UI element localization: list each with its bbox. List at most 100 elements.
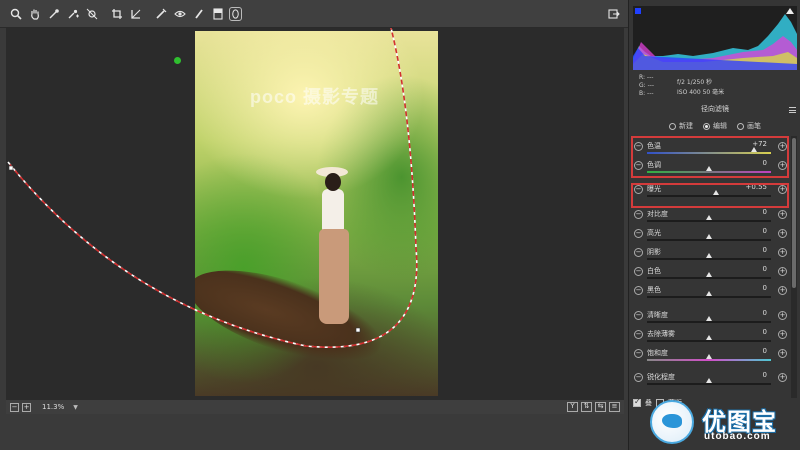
radio-new[interactable] xyxy=(669,122,676,130)
slider-track[interactable] xyxy=(647,257,771,260)
slider-value[interactable]: 0 xyxy=(737,328,767,336)
before-after-toggle[interactable]: Y xyxy=(567,402,578,412)
image-canvas[interactable]: poco 摄影专题 xyxy=(6,28,624,400)
preferences-icon[interactable]: ≡ xyxy=(609,402,620,412)
radio-edit[interactable] xyxy=(703,122,710,130)
slider-track[interactable] xyxy=(647,383,771,386)
increase-icon[interactable]: + xyxy=(778,247,787,257)
highlight-box-color xyxy=(631,136,789,178)
heal-icon[interactable] xyxy=(153,6,169,22)
brush-icon[interactable] xyxy=(191,6,207,22)
graduated-filter-icon[interactable] xyxy=(210,6,226,22)
zoom-out-button[interactable]: − xyxy=(10,402,19,412)
slider-track[interactable] xyxy=(647,296,771,299)
slider-thumb[interactable] xyxy=(706,334,712,340)
decrease-icon[interactable]: − xyxy=(634,228,643,238)
slider-value[interactable]: 0 xyxy=(737,227,767,235)
slider-track[interactable] xyxy=(647,238,771,241)
view-options: Y ⇅ ⇆ ≡ xyxy=(567,402,620,412)
radial-handle-left xyxy=(8,165,14,171)
slider-value[interactable]: 0 xyxy=(737,284,767,292)
radial-filter-pin[interactable] xyxy=(174,57,181,64)
slider-thumb[interactable] xyxy=(706,252,712,258)
slider-thumb[interactable] xyxy=(706,272,712,278)
increase-icon[interactable]: + xyxy=(778,267,787,277)
top-toolbar xyxy=(0,0,628,28)
copy-settings-icon[interactable]: ⇆ xyxy=(595,402,606,412)
chevron-down-icon[interactable]: ▼ xyxy=(73,404,78,411)
decrease-icon[interactable]: − xyxy=(634,329,643,339)
crop-icon[interactable] xyxy=(109,6,125,22)
slider-value[interactable]: 0 xyxy=(737,347,767,355)
increase-icon[interactable]: + xyxy=(778,373,787,383)
mode-brush[interactable]: 画笔 xyxy=(737,120,761,132)
panel-scrollbar[interactable] xyxy=(791,136,797,398)
color-sampler-icon[interactable] xyxy=(65,6,81,22)
shadow-clip-indicator[interactable] xyxy=(635,8,641,14)
slider-thumb[interactable] xyxy=(706,353,712,359)
swap-icon[interactable]: ⇅ xyxy=(581,402,592,412)
slider-row: − 饱和度 0 + xyxy=(629,345,800,364)
slider-row: − 阴影 0 + xyxy=(629,244,800,263)
slider-label: 阴影 xyxy=(647,247,661,256)
slider-value[interactable]: 0 xyxy=(737,265,767,273)
slider-track[interactable] xyxy=(647,320,771,323)
radial-filter-overlay[interactable] xyxy=(6,28,624,400)
slider-label: 黑色 xyxy=(647,286,661,295)
target-adjust-icon[interactable] xyxy=(84,6,100,22)
increase-icon[interactable]: + xyxy=(778,286,787,296)
overlay-checkbox[interactable] xyxy=(633,397,641,407)
decrease-icon[interactable]: − xyxy=(634,267,643,277)
slider-track[interactable] xyxy=(647,277,771,280)
slider-label: 对比度 xyxy=(647,209,668,218)
status-bar: − + 11.3% ▼ Y ⇅ ⇆ ≡ xyxy=(6,400,624,414)
slider-value[interactable]: 0 xyxy=(737,208,767,216)
hand-icon[interactable] xyxy=(27,6,43,22)
decrease-icon[interactable]: − xyxy=(634,247,643,257)
slider-value[interactable]: 0 xyxy=(737,371,767,379)
slider-thumb[interactable] xyxy=(706,233,712,239)
slider-label: 去除薄雾 xyxy=(647,329,675,338)
increase-icon[interactable]: + xyxy=(778,228,787,238)
brand-logo: 优图宝 utobao.com xyxy=(650,396,800,450)
slider-thumb[interactable] xyxy=(706,378,712,384)
radial-filter-icon[interactable] xyxy=(229,6,242,21)
slider-value[interactable]: 0 xyxy=(737,246,767,254)
radial-filter-ellipse xyxy=(7,28,418,348)
mode-edit[interactable]: 编辑 xyxy=(703,120,727,132)
slider-thumb[interactable] xyxy=(706,214,712,220)
zoom-level[interactable]: 11.3% xyxy=(42,403,64,411)
eyedropper-icon[interactable] xyxy=(46,6,62,22)
radio-brush[interactable] xyxy=(737,122,744,130)
increase-icon[interactable]: + xyxy=(778,329,787,339)
decrease-icon[interactable]: − xyxy=(634,286,643,296)
panel-menu-icon[interactable] xyxy=(789,107,796,113)
decrease-icon[interactable]: − xyxy=(634,209,643,219)
decrease-icon[interactable]: − xyxy=(634,310,643,320)
zoom-icon[interactable] xyxy=(8,6,24,22)
slider-track[interactable] xyxy=(647,358,771,361)
decrease-icon[interactable]: − xyxy=(634,348,643,358)
export-icon[interactable] xyxy=(608,8,620,20)
straighten-icon[interactable] xyxy=(128,6,144,22)
slider-track[interactable] xyxy=(647,339,771,342)
increase-icon[interactable]: + xyxy=(778,348,787,358)
slider-track[interactable] xyxy=(647,219,771,222)
slider-label: 饱和度 xyxy=(647,348,668,357)
adjustment-panel: R: --- G: --- B: --- f/2 1/250 秒 ISO 400… xyxy=(628,0,800,450)
increase-icon[interactable]: + xyxy=(778,310,787,320)
readout-r: R: --- xyxy=(639,74,654,81)
decrease-icon[interactable]: − xyxy=(634,373,643,383)
increase-icon[interactable]: + xyxy=(778,209,787,219)
slider-row: − 白色 0 + xyxy=(629,263,800,282)
highlight-clip-indicator[interactable] xyxy=(786,8,794,14)
slider-row: − 黑色 0 + xyxy=(629,282,800,301)
redeye-icon[interactable] xyxy=(172,6,188,22)
image-info: R: --- G: --- B: --- f/2 1/250 秒 ISO 400… xyxy=(633,72,797,102)
panel-title: 径向滤镜 xyxy=(701,105,729,113)
zoom-in-button[interactable]: + xyxy=(22,402,31,412)
mode-new[interactable]: 新建 xyxy=(669,120,693,132)
slider-value[interactable]: 0 xyxy=(737,309,767,317)
slider-thumb[interactable] xyxy=(706,291,712,297)
slider-thumb[interactable] xyxy=(706,315,712,321)
